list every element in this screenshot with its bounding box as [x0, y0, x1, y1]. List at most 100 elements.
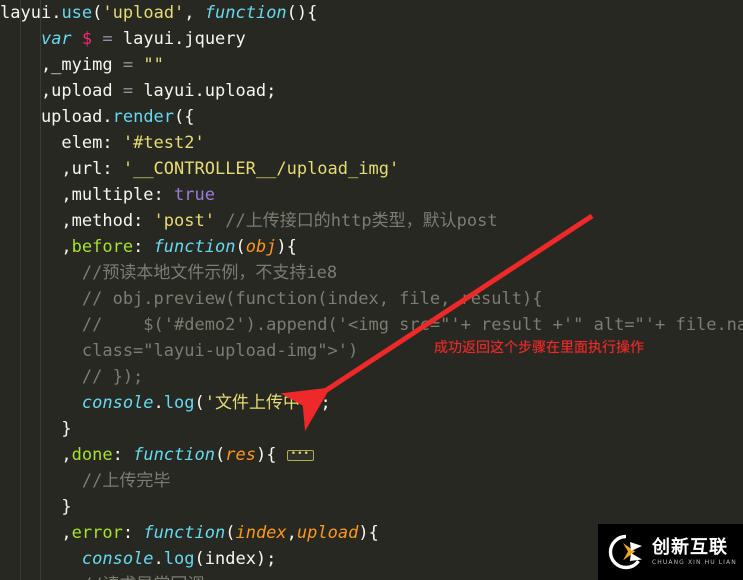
code-token-plain: , [0, 237, 72, 257]
code-token-fn: function [133, 445, 215, 465]
code-token-punc: ){ [255, 445, 277, 465]
code-line[interactable]: ,before: function(obj){ [0, 234, 743, 260]
code-token-str: '文件上传中' [204, 393, 311, 413]
code-token-punc: . [174, 29, 185, 49]
code-line[interactable]: ,url: '__CONTROLLER__/upload_img' [0, 156, 743, 182]
code-line[interactable]: layui.use('upload', function(){ [0, 0, 743, 26]
code-token-punc: ( [235, 237, 246, 257]
code-token-fn: function [153, 237, 236, 257]
code-token-console: console [81, 393, 154, 413]
code-token-punc: : [133, 211, 154, 231]
code-token-fn: function [204, 3, 287, 23]
code-token-plain: upload [0, 107, 103, 127]
code-line[interactable]: ,done: function(res){ ••• [0, 442, 743, 468]
cx-logo-icon [608, 534, 642, 570]
code-token-plain: , [0, 523, 72, 543]
code-line[interactable]: // }); [0, 364, 743, 390]
code-token-punc: : [102, 133, 123, 153]
code-token-comment: //上传接口的http类型，默认post [225, 211, 498, 231]
code-line[interactable]: ,upload = layui.upload; [0, 78, 743, 104]
code-token-param: res [225, 445, 256, 465]
code-token-plain: layui [0, 3, 52, 23]
code-token-plain: upload; [204, 81, 277, 101]
code-token-str: 'upload' [102, 3, 185, 23]
code-token-comment: //请求异常回调 [0, 575, 204, 580]
code-token-plain: ,_myimg [0, 55, 123, 75]
code-token-punc: , [184, 3, 205, 23]
code-token-comment: //上传完毕 [0, 471, 171, 491]
code-token-punc: (index); [194, 549, 277, 569]
code-token-punc: ( [225, 523, 236, 543]
code-token-param: index [235, 523, 287, 543]
code-token-punc: . [194, 81, 205, 101]
code-token-punc: (){ [286, 3, 318, 23]
code-token-punc: ( [194, 393, 205, 413]
code-token-plain: layui [112, 29, 175, 49]
code-token-comment: // obj.preview(function(index, file, res… [0, 289, 543, 309]
code-token-punc: : [112, 445, 134, 465]
code-token-punc: ( [92, 3, 103, 23]
code-token-comment: // }); [0, 367, 144, 387]
code-line[interactable]: // obj.preview(function(index, file, res… [0, 286, 743, 312]
code-token-plain: jquery [184, 29, 246, 49]
watermark-logo: 创新互联 CHUANG XIN HU LIAN [598, 524, 743, 580]
code-token-plain: ,upload [0, 81, 123, 101]
code-token-punc: ){ [358, 523, 379, 543]
code-token-plain: ,multiple [0, 185, 154, 205]
code-line[interactable]: } [0, 416, 743, 442]
code-token-prop: error [71, 523, 123, 543]
code-token-punc: , [286, 523, 297, 543]
code-line[interactable]: elem: '#test2' [0, 130, 743, 156]
code-token-punc: ){ [276, 237, 297, 257]
code-token-plain: } [0, 497, 72, 517]
code-token-comment: class="layui-upload-img">') [0, 341, 359, 361]
code-token-plain: , [0, 445, 72, 465]
code-token-plain: } [0, 419, 72, 439]
code-token-method: use [61, 3, 93, 23]
annotation-text: 成功返回这个步骤在里面执行操作 [434, 340, 644, 356]
code-token-str: '#test2' [122, 133, 205, 153]
code-line[interactable]: // $('#demo2').append('<img src="'+ resu… [0, 312, 743, 338]
code-line[interactable]: //上传完毕 [0, 468, 743, 494]
code-token-punc: . [102, 107, 113, 127]
code-viewport[interactable]: layui.use('upload', function(){ var $ = … [0, 0, 743, 580]
code-token-method: log [163, 393, 195, 413]
watermark-cn-name: 创新互联 [652, 536, 728, 558]
code-line[interactable]: console.log('文件上传中'); [0, 390, 743, 416]
code-token-dollar: $ [81, 29, 93, 49]
code-token-punc: : [133, 237, 154, 257]
code-token-prop: done [71, 445, 113, 465]
code-token-param: obj [245, 237, 277, 257]
code-line[interactable]: upload.render({ [0, 104, 743, 130]
code-token-punc: : [153, 185, 175, 205]
code-token-op: = [122, 81, 134, 101]
code-token-str: 'post' [153, 211, 215, 231]
code-token-console: console [81, 549, 154, 569]
code-token-punc: : [102, 159, 123, 179]
code-token-var: var [40, 29, 72, 49]
code-token-punc: : [122, 523, 144, 543]
code-line[interactable]: var $ = layui.jquery [0, 26, 743, 52]
code-line[interactable]: } [0, 494, 743, 520]
code-line[interactable]: //预读本地文件示例，不支持ie8 [0, 260, 743, 286]
code-token-param: upload [296, 523, 359, 543]
code-token-bool: true [174, 185, 215, 205]
code-token-punc: ); [310, 393, 331, 413]
code-fold-marker[interactable]: ••• [286, 450, 314, 461]
code-line[interactable]: ,multiple: true [0, 182, 743, 208]
code-line[interactable]: ,_myimg = "" [0, 52, 743, 78]
code-token-punc: . [153, 549, 164, 569]
code-token-method: log [163, 549, 195, 569]
code-token-punc: ({ [174, 107, 195, 127]
code-token-fn: function [143, 523, 226, 543]
code-line[interactable]: ,method: 'post' //上传接口的http类型，默认post [0, 208, 743, 234]
code-token-op: = [102, 29, 113, 49]
code-token-plain: ,url [0, 159, 103, 179]
